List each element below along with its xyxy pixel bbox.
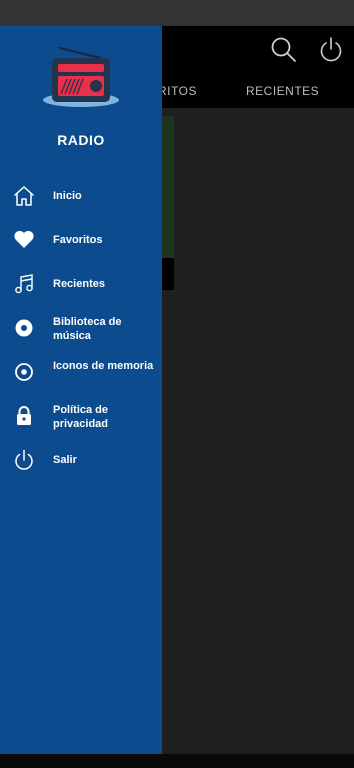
radio-logo-icon (43, 47, 119, 107)
menu-label-salir: Salir (53, 454, 77, 466)
menu-label-recientes: Recientes (53, 278, 105, 290)
disc-outline-icon (15, 363, 33, 381)
tab-recientes[interactable]: RECIENTES (246, 84, 319, 98)
tab-favoritos[interactable]: RITOS (158, 84, 197, 98)
menu-label-inicio: Inicio (53, 190, 82, 202)
station-card-footer-edge (162, 258, 174, 290)
menu-item-recientes[interactable]: Recientes (0, 264, 162, 304)
navigation-drawer: RADIO Inicio Favoritos Recientes Bibliot… (0, 26, 162, 754)
station-card-edge (162, 116, 174, 258)
heart-icon (14, 230, 34, 248)
menu-item-salir[interactable]: Salir (0, 440, 162, 480)
menu-label-favoritos: Favoritos (53, 234, 103, 246)
menu-item-privacidad[interactable]: Política de privacidad (0, 396, 162, 436)
power-icon (15, 449, 33, 470)
menu-label-biblioteca: Biblioteca de música (53, 316, 122, 342)
system-navigation-bar (0, 754, 354, 768)
disc-icon (15, 319, 33, 337)
power-icon[interactable] (318, 36, 344, 64)
menu-item-inicio[interactable]: Inicio (0, 176, 162, 216)
lock-icon (17, 406, 31, 425)
menu-item-favoritos[interactable]: Favoritos (0, 220, 162, 260)
status-bar (0, 0, 354, 26)
menu-item-biblioteca[interactable]: Biblioteca de música (0, 308, 162, 348)
home-icon (14, 186, 34, 206)
menu-item-iconos-memoria[interactable]: Iconos de memoria (0, 352, 162, 392)
drawer-title: RADIO (57, 132, 105, 148)
menu-label-iconos-memoria: Iconos de memoria (53, 360, 154, 372)
menu-label-privacidad: Política de privacidad (53, 404, 109, 430)
music-note-icon (15, 274, 33, 294)
search-icon[interactable] (270, 36, 298, 64)
